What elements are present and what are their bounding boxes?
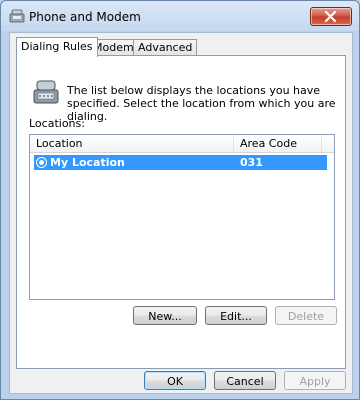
column-header-area-code[interactable]: Area Code (234, 135, 322, 152)
tab-dialing-rules[interactable]: Dialing Rules (16, 37, 98, 57)
window-title: Phone and Modem (29, 10, 141, 24)
area-code-value: 031 (240, 156, 263, 169)
title-bar[interactable]: Phone and Modem (1, 1, 359, 31)
column-header-location[interactable]: Location (30, 135, 234, 152)
list-item[interactable]: My Location 031 (34, 155, 327, 170)
tab-advanced[interactable]: Advanced (133, 39, 198, 56)
ok-button[interactable]: OK (144, 371, 206, 390)
close-icon (324, 11, 337, 22)
list-header: Location Area Code (30, 135, 334, 153)
description-text: The list below displays the locations yo… (67, 84, 336, 123)
locations-list[interactable]: Location Area Code My Location 031 (29, 134, 335, 300)
locations-label: Locations: (29, 117, 85, 130)
phone-and-modem-window: Phone and Modem Dialing Rules Modems Adv… (0, 0, 360, 400)
apply-button[interactable]: Apply (284, 371, 346, 390)
edit-button[interactable]: Edit... (205, 306, 267, 325)
radio-selected-icon (36, 157, 47, 168)
cancel-button[interactable]: Cancel (214, 371, 276, 390)
delete-button[interactable]: Delete (275, 306, 337, 325)
new-button[interactable]: New... (133, 306, 197, 325)
location-name: My Location (50, 156, 125, 169)
phone-modem-icon (9, 9, 25, 23)
dialog-client-area: Dialing Rules Modems Advanced The list b… (9, 32, 353, 394)
phone-modem-icon (33, 80, 59, 104)
close-button[interactable] (310, 7, 352, 26)
dialing-rules-panel: The list below displays the locations yo… (16, 55, 346, 369)
